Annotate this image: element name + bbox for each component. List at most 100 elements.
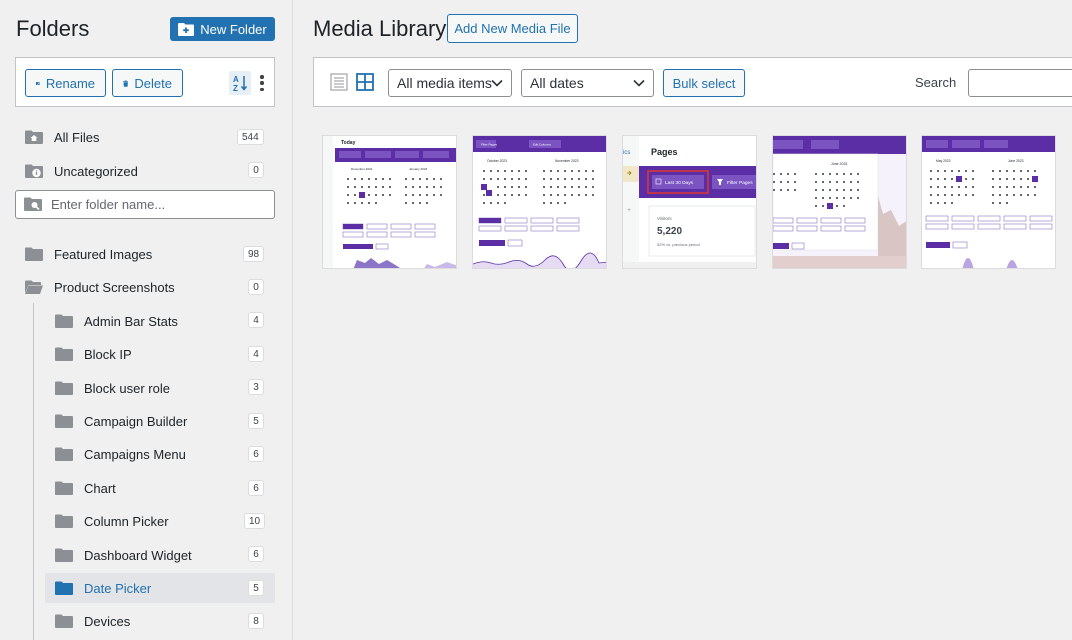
media-thumbnail[interactable]: June 2023 xyxy=(772,135,907,269)
tree-guide-line xyxy=(33,303,34,640)
thumb-tab-text: Filter Pages xyxy=(481,143,498,147)
search-input[interactable] xyxy=(968,69,1072,97)
date-filter-select[interactable]: All dates xyxy=(521,69,654,97)
folder-label: Featured Images xyxy=(54,246,153,262)
home-folder-icon xyxy=(25,130,43,144)
file-count-badge: 5 xyxy=(248,580,264,596)
folder-label: Block IP xyxy=(84,346,132,362)
folder-icon xyxy=(55,314,73,328)
thumb-stat-note: 52% vs. previous period xyxy=(657,242,700,247)
sort-az-icon[interactable]: AZ xyxy=(229,71,251,95)
media-thumbnail[interactable]: ics Pages Last 30 Days Filter Pages + Vi… xyxy=(622,135,757,269)
thumb-month-text: October 2023 xyxy=(487,159,507,163)
thumbnail-image: June 2023 xyxy=(773,136,906,268)
more-options-icon[interactable] xyxy=(258,72,266,94)
file-count-badge: 6 xyxy=(248,446,264,462)
list-view-icon[interactable] xyxy=(330,73,348,91)
thumb-button-text: Last 30 Days xyxy=(665,180,694,186)
file-count-badge: 544 xyxy=(237,129,264,145)
folder-label: Devices xyxy=(84,613,131,629)
folder-label: Dashboard Widget xyxy=(84,547,192,563)
file-count-badge: 4 xyxy=(248,312,264,328)
folder-label: Column Picker xyxy=(84,513,169,529)
subfolder-admin-bar-stats[interactable]: Admin Bar Stats xyxy=(55,307,178,335)
media-type-select[interactable]: All media items xyxy=(388,69,512,97)
file-count-badge: 6 xyxy=(248,480,264,496)
subfolder-dashboard-widget[interactable]: Dashboard Widget xyxy=(55,541,192,569)
folder-icon xyxy=(25,247,43,261)
folder-label: Product Screenshots xyxy=(54,279,175,295)
thumb-button-text: Filter Pages xyxy=(727,180,753,186)
new-folder-label: New Folder xyxy=(200,21,267,37)
subfolder-campaign-builder[interactable]: Campaign Builder xyxy=(55,407,187,435)
folder-label: Chart xyxy=(84,480,116,496)
search-label: Search xyxy=(915,75,957,90)
file-count-badge: 5 xyxy=(248,413,264,429)
folder-label: Block user role xyxy=(84,380,170,396)
folder-icon xyxy=(55,614,73,628)
rename-label: Rename xyxy=(45,75,95,91)
file-count-badge: 4 xyxy=(248,346,264,362)
thumb-month-text: November 2023 xyxy=(555,159,579,163)
thumbnail-image: May 2023 June 2023 xyxy=(922,136,1055,268)
thumb-month-text: December 2022 xyxy=(351,167,373,171)
page-title: Media Library xyxy=(313,16,447,41)
thumb-stat-value: 5,220 xyxy=(657,226,682,237)
new-folder-button[interactable]: New Folder xyxy=(170,17,275,41)
subfolder-block-user-role[interactable]: Block user role xyxy=(55,374,170,402)
folder-all-files[interactable]: All Files xyxy=(25,123,100,151)
bulk-select-button[interactable]: Bulk select xyxy=(663,69,745,97)
subfolder-column-picker[interactable]: Column Picker xyxy=(55,507,169,535)
thumbnail-image: Today December 2022 January 2023 xyxy=(323,136,456,268)
folder-icon xyxy=(55,381,73,395)
subfolder-campaigns-menu[interactable]: Campaigns Menu xyxy=(55,440,186,468)
subfolder-date-picker[interactable]: Date Picker xyxy=(55,574,151,602)
subfolder-chart[interactable]: Chart xyxy=(55,474,116,502)
thumb-month-text: May 2023 xyxy=(936,159,951,163)
thumbnail-image: ics Pages Last 30 Days Filter Pages + Vi… xyxy=(623,136,756,268)
media-type-value: All media items xyxy=(397,75,492,91)
folder-label: Campaign Builder xyxy=(84,413,188,429)
file-count-badge: 3 xyxy=(248,379,264,395)
media-thumbnail[interactable]: May 2023 June 2023 xyxy=(921,135,1056,269)
folder-toolbar: Rename Delete AZ xyxy=(15,57,275,107)
folder-name-field[interactable] xyxy=(15,190,275,219)
file-count-badge: 8 xyxy=(248,613,264,629)
thumb-stat-label: Visitors xyxy=(657,216,672,221)
chevron-down-icon xyxy=(633,79,645,87)
svg-text:A: A xyxy=(233,75,239,84)
folder-label: Campaigns Menu xyxy=(84,446,186,462)
delete-button[interactable]: Delete xyxy=(112,69,183,97)
rename-button[interactable]: Rename xyxy=(25,69,106,97)
folder-icon xyxy=(55,347,73,361)
media-thumbnail[interactable]: Filter Pages Edit Columns October 2023 N… xyxy=(472,135,607,269)
subfolder-block-ip[interactable]: Block IP xyxy=(55,340,132,368)
folder-icon xyxy=(55,548,73,562)
folder-label: Date Picker xyxy=(84,580,152,596)
media-filter-bar: All media items All dates Bulk select Se… xyxy=(313,57,1072,107)
svg-text:+: + xyxy=(627,207,631,214)
folder-featured-images[interactable]: Featured Images xyxy=(25,240,152,268)
add-media-button[interactable]: Add New Media File xyxy=(447,14,578,43)
file-count-badge: 0 xyxy=(248,279,264,295)
media-thumbnail[interactable]: Today December 2022 January 2023 xyxy=(322,135,457,269)
folder-icon xyxy=(55,481,73,495)
folder-search-icon xyxy=(24,197,42,211)
chevron-down-icon xyxy=(491,79,503,87)
folder-icon xyxy=(55,581,73,595)
subfolder-devices[interactable]: Devices xyxy=(55,607,130,635)
thumb-month-text: June 2023 xyxy=(831,162,847,166)
thumb-today-text: Today xyxy=(341,140,356,146)
folder-label: Uncategorized xyxy=(54,163,138,179)
thumb-tab-text: Edit Columns xyxy=(533,143,551,147)
grid-view-icon[interactable] xyxy=(356,73,374,91)
folder-product-screenshots[interactable]: Product Screenshots xyxy=(25,273,175,301)
date-filter-value: All dates xyxy=(530,75,584,91)
folder-uncategorized[interactable]: Uncategorized xyxy=(25,157,138,185)
folders-sidebar: Folders New Folder Rename Delete AZ All … xyxy=(0,0,293,640)
folder-name-input[interactable] xyxy=(51,197,251,212)
folder-open-icon xyxy=(25,280,43,294)
file-count-badge: 0 xyxy=(248,162,264,178)
folder-icon xyxy=(55,514,73,528)
media-library-main: Media Library Add New Media File All med… xyxy=(294,0,1072,640)
